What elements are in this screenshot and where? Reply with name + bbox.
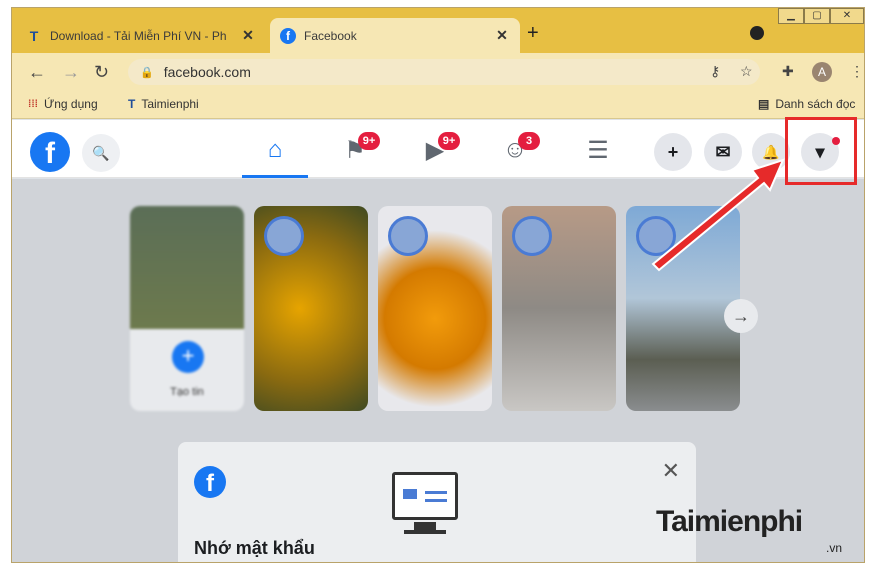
search-button[interactable]: 🔍 [82,134,120,172]
url-text: facebook.com [163,64,251,80]
facebook-header: f 🔍 ⌂ ⚑ 9+ ▶ 9+ ☺ 3 ☰ + ✉ 🔔 ▾ [12,120,864,178]
watermark-brand: Taimienphi [656,505,803,538]
nav-menu[interactable]: ☰ [568,130,628,170]
create-story-label: Tạo tin [170,386,204,398]
close-icon[interactable]: ✕ [662,458,680,484]
key-icon[interactable]: ⚷ [710,63,720,80]
tab-title: Download - Tải Miễn Phí VN - Ph [50,28,227,43]
apps-grid-icon: ⁞⁞⁞ [28,98,38,110]
reading-list-label: Danh sách đọc [775,97,856,111]
bell-icon: 🔔 [762,144,780,160]
bookmark-taimienphi[interactable]: T Taimienphi [128,97,199,111]
highlight-box [785,117,857,185]
messenger-icon: ✉ [715,142,731,162]
monitor-base [404,530,446,534]
bookmark-apps[interactable]: ⁞⁞⁞ Ứng dụng [28,97,98,111]
bookmark-label: Taimienphi [141,97,199,111]
bookmarks-bar: ⁞⁞⁞ Ứng dụng T Taimienphi ▤ Danh sách đọ… [12,91,864,119]
card-title: Nhớ mật khẩu [194,538,315,558]
watermark-suffix: .vn [826,541,843,555]
forward-button[interactable]: → [62,62,80,83]
add-story-icon: + [172,341,204,373]
facebook-logo-icon: f [194,466,226,498]
taimienphi-favicon-icon: T [29,27,39,44]
tab-taimienphi[interactable]: T Download - Tải Miễn Phí VN - Ph ✕ [16,18,266,53]
tab-facebook[interactable]: f Facebook ✕ [270,18,520,53]
minimize-button[interactable]: ▁ [778,8,804,24]
menu-kebab-icon[interactable]: ⋮ [850,63,864,80]
nav-watch[interactable]: ▶ 9+ [405,130,465,170]
story-card[interactable] [378,206,492,411]
create-story-card[interactable]: + Tạo tin [130,206,244,411]
notification-badge: 9+ [438,132,460,150]
notification-badge: 3 [518,132,540,150]
reading-list-icon: ▤ [758,97,770,111]
bookmark-label: Ứng dụng [44,97,98,111]
search-icon: 🔍 [92,145,110,161]
avatar [264,216,304,256]
story-card[interactable] [626,206,740,411]
taimienphi-watermark: Taimienphi .vn [656,505,842,555]
maximize-button[interactable]: ▢ [804,8,830,24]
avatar [636,216,676,256]
avatar [388,216,428,256]
reload-button[interactable]: ↻ [94,62,109,83]
avatar [512,216,552,256]
close-tab-icon[interactable]: ✕ [494,27,510,44]
window-controls: ▁ ▢ ✕ [778,8,864,24]
nav-home[interactable]: ⌂ [245,130,305,170]
nav-pages[interactable]: ⚑ 9+ [325,130,385,170]
reading-list-button[interactable]: ▤ Danh sách đọc [758,97,855,111]
tab-strip: T Download - Tải Miễn Phí VN - Ph ✕ f Fa… [12,8,864,53]
story-card[interactable] [254,206,368,411]
profile-avatar[interactable]: A [812,62,832,82]
create-button[interactable]: + [654,133,692,171]
story-card[interactable] [502,206,616,411]
remember-password-card: f ✕ Nhớ mật khẩu [178,442,696,562]
monitor-illustration-icon [392,472,458,520]
taimienphi-icon: T [128,97,136,111]
screenshot-frame: T Download - Tải Miễn Phí VN - Ph ✕ f Fa… [0,0,870,565]
nav-groups[interactable]: ☺ 3 [485,130,545,170]
tab-title: Facebook [304,28,357,43]
hamburger-icon: ☰ [587,136,609,164]
browser-window: T Download - Tải Miễn Phí VN - Ph ✕ f Fa… [11,7,865,563]
lock-icon: 🔒 [140,66,154,79]
monitor-stand [414,522,436,530]
messenger-button[interactable]: ✉ [704,133,742,171]
bookmark-star-icon[interactable]: ☆ [740,63,753,80]
back-button[interactable]: ← [28,62,46,83]
browser-toolbar: ← → ↻ 🔒 facebook.com ⚷ ☆ ✚ A ⋮ [12,53,864,91]
extension-circle-icon[interactable] [750,26,764,40]
stories-next-button[interactable]: → [724,299,758,333]
notification-badge: 9+ [358,132,380,150]
active-tab-indicator [242,175,308,178]
new-tab-button[interactable]: + [527,22,539,45]
close-window-button[interactable]: ✕ [830,8,864,24]
close-tab-icon[interactable]: ✕ [240,27,256,44]
facebook-logo-icon[interactable]: f [30,132,70,172]
extensions-puzzle-icon[interactable]: ✚ [782,63,794,80]
home-icon: ⌂ [267,136,283,163]
address-bar[interactable]: 🔒 facebook.com [128,59,760,85]
facebook-favicon-icon: f [280,27,296,44]
